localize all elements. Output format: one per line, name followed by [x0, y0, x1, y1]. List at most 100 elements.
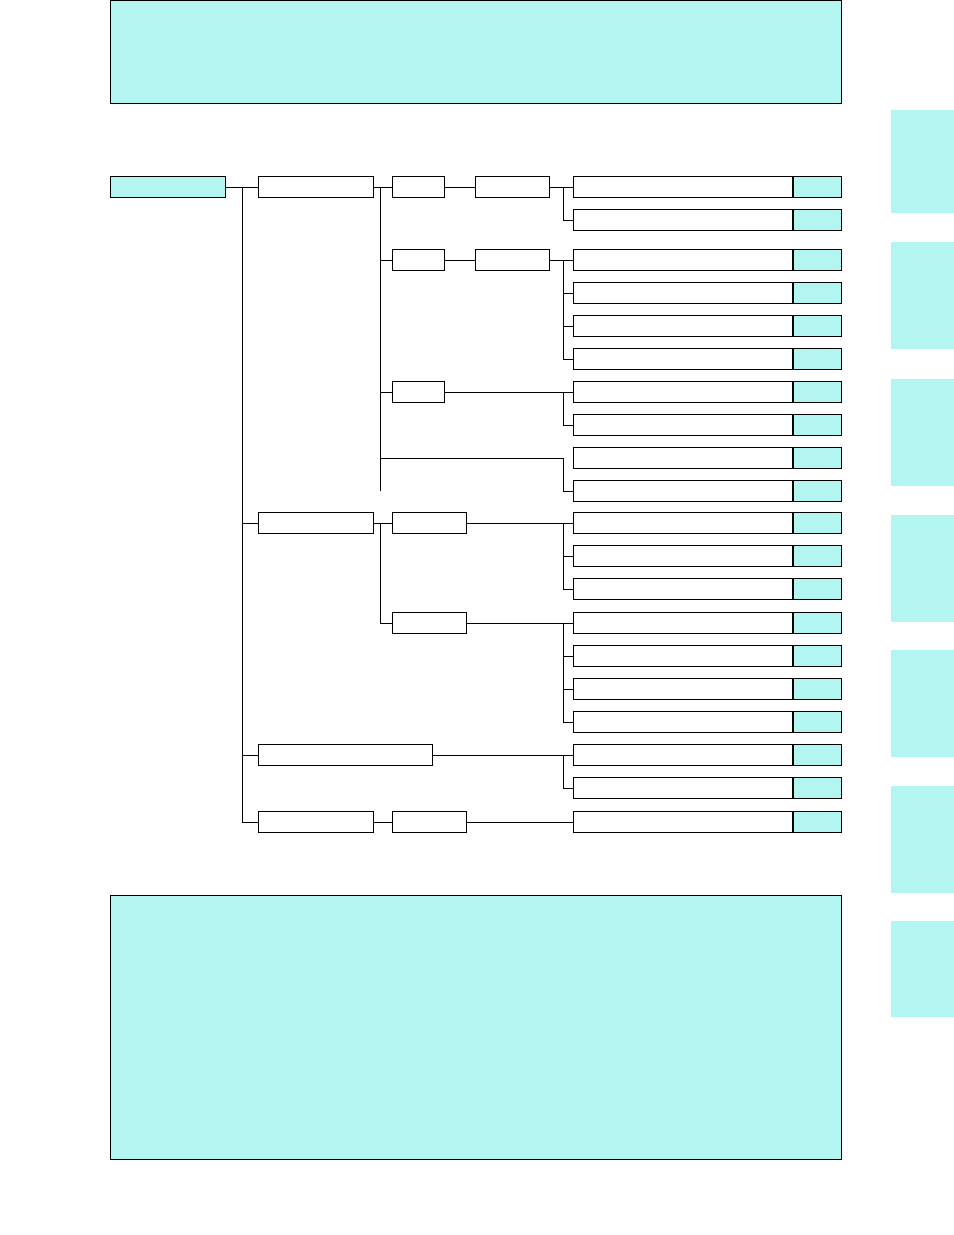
conn	[563, 293, 573, 294]
leaf-tag-b1-s2-0	[793, 249, 842, 271]
conn	[563, 359, 573, 360]
conn	[563, 755, 564, 788]
conn	[242, 822, 258, 823]
side-tab-6[interactable]	[891, 921, 954, 1017]
leaf-tag-b2-s1-1	[793, 545, 842, 567]
leaf-b2-s2-2[interactable]	[573, 678, 793, 700]
leaf-tag-b3-s1-1	[793, 777, 842, 799]
leaf-tag-b2-s2-2	[793, 678, 842, 700]
leaf-b2-s2-0[interactable]	[573, 612, 793, 634]
leaf-tag-b1-s1-0	[793, 176, 842, 198]
leaf-tag-b1-s3-1	[793, 414, 842, 436]
conn	[563, 623, 564, 722]
leaf-b1-s3-0[interactable]	[573, 381, 793, 403]
leaf-tag-b2-s2-3	[793, 711, 842, 733]
leaf-b2-s1-0[interactable]	[573, 512, 793, 534]
conn	[467, 822, 573, 823]
conn	[374, 187, 392, 188]
conn	[380, 623, 392, 624]
level3-b1-s2-n2	[475, 249, 550, 271]
leaf-tag-b3-s1-0	[793, 744, 842, 766]
conn	[467, 523, 573, 524]
level3-b4-s1-n1	[392, 811, 467, 833]
conn	[563, 425, 573, 426]
leaf-tag-b1-s2-2	[793, 315, 842, 337]
side-tab-0[interactable]	[891, 110, 954, 213]
level3-b1-s3-n1	[392, 381, 445, 403]
leaf-tag-b1-s4-1	[793, 480, 842, 502]
conn	[445, 392, 573, 393]
conn	[374, 822, 392, 823]
branch-4	[258, 811, 374, 833]
conn	[380, 392, 392, 393]
level3-b2-s2-n1	[392, 612, 467, 634]
leaf-tag-b2-s1-0	[793, 512, 842, 534]
leaf-b2-s2-1[interactable]	[573, 645, 793, 667]
leaf-b1-s2-0[interactable]	[573, 249, 793, 271]
conn	[563, 458, 564, 491]
conn	[445, 187, 475, 188]
conn	[563, 260, 564, 359]
leaf-b3-s1-0[interactable]	[573, 744, 793, 766]
leaf-b2-s2-3[interactable]	[573, 711, 793, 733]
leaf-b1-s1-0[interactable]	[573, 176, 793, 198]
conn	[380, 260, 392, 261]
conn	[445, 260, 475, 261]
conn	[242, 187, 243, 822]
conn	[433, 755, 573, 756]
leaf-b1-s4-1[interactable]	[573, 480, 793, 502]
leaf-b4-s1-0[interactable]	[573, 811, 793, 833]
leaf-tag-b1-s2-3	[793, 348, 842, 370]
conn	[563, 556, 573, 557]
leaf-b1-s1-1[interactable]	[573, 209, 793, 231]
conn	[563, 491, 573, 492]
conn	[380, 523, 381, 623]
leaf-tag-b2-s2-0	[793, 612, 842, 634]
conn	[563, 392, 564, 425]
leaf-tag-b2-s1-2	[793, 578, 842, 600]
leaf-b1-s2-2[interactable]	[573, 315, 793, 337]
branch-2	[258, 512, 374, 534]
level3-b1-s2-n1	[392, 249, 445, 271]
conn	[550, 187, 573, 188]
conn	[380, 187, 381, 491]
side-tab-3[interactable]	[891, 515, 954, 622]
level3-b1-s1-n2	[475, 176, 550, 198]
side-tab-1[interactable]	[891, 242, 954, 349]
side-tab-5[interactable]	[891, 786, 954, 893]
leaf-b1-s3-1[interactable]	[573, 414, 793, 436]
leaf-tag-b1-s2-1	[793, 282, 842, 304]
leaf-tag-b1-s4-0	[793, 447, 842, 469]
leaf-b2-s1-2[interactable]	[573, 578, 793, 600]
conn	[380, 458, 563, 459]
side-tab-4[interactable]	[891, 650, 954, 757]
leaf-b1-s2-1[interactable]	[573, 282, 793, 304]
level3-b2-s1-n1	[392, 512, 467, 534]
leaf-tag-b1-s1-1	[793, 209, 842, 231]
leaf-b3-s1-1[interactable]	[573, 777, 793, 799]
level3-b1-s1-n1	[392, 176, 445, 198]
conn	[563, 589, 573, 590]
side-tab-2[interactable]	[891, 379, 954, 486]
leaf-b2-s1-1[interactable]	[573, 545, 793, 567]
conn	[563, 656, 573, 657]
conn	[563, 722, 573, 723]
footer-panel	[110, 895, 842, 1160]
conn	[563, 326, 573, 327]
leaf-tag-b1-s3-0	[793, 381, 842, 403]
header-panel	[110, 0, 842, 104]
leaf-tag-b2-s2-1	[793, 645, 842, 667]
conn	[563, 788, 573, 789]
branch-1	[258, 176, 374, 198]
conn	[563, 689, 573, 690]
conn	[242, 755, 258, 756]
conn	[467, 623, 573, 624]
tree-root	[110, 176, 226, 198]
conn	[563, 220, 573, 221]
leaf-tag-b4-s1-0	[793, 811, 842, 833]
branch-3	[258, 744, 433, 766]
leaf-b1-s4-0[interactable]	[573, 447, 793, 469]
conn	[563, 187, 564, 220]
conn	[550, 260, 573, 261]
leaf-b1-s2-3[interactable]	[573, 348, 793, 370]
